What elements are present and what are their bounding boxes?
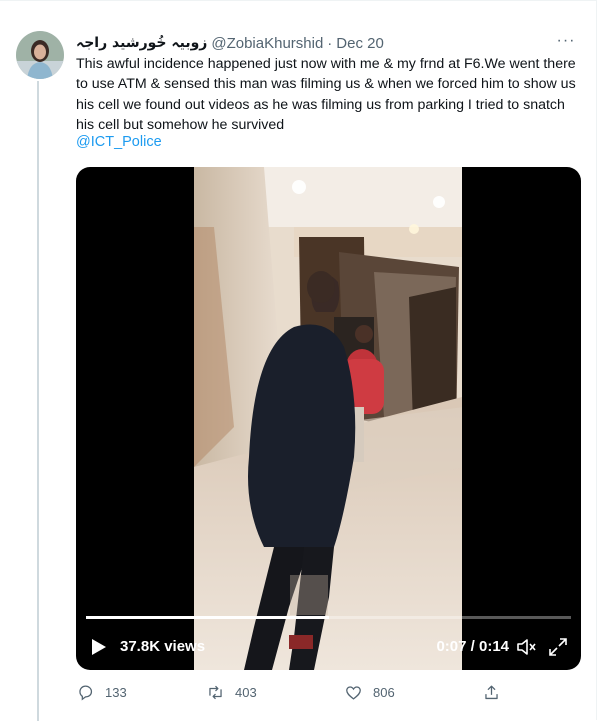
user-handle[interactable]: @ZobiaKhurshid <box>211 35 323 52</box>
fullscreen-icon[interactable] <box>547 636 569 658</box>
share-button[interactable] <box>482 683 501 702</box>
tweet-date[interactable]: Dec 20 <box>336 35 384 52</box>
thread-line <box>37 81 39 721</box>
video-progress-bar[interactable] <box>86 616 571 619</box>
video-progress-fill <box>86 616 329 619</box>
separator-dot: · <box>327 34 333 52</box>
retweet-count: 403 <box>235 685 257 700</box>
tweet-container[interactable]: زوبیہ خُورشید راجہ @ZobiaKhurshid · Dec … <box>0 0 597 721</box>
retweet-icon <box>209 685 222 700</box>
volume-icon[interactable] <box>515 636 537 658</box>
more-options-icon[interactable]: ··· <box>556 31 576 51</box>
tweet-actions: 133 403 806 <box>76 683 516 703</box>
share-icon <box>485 685 498 700</box>
play-icon[interactable] <box>91 638 107 656</box>
like-count: 806 <box>373 685 395 700</box>
mention-link[interactable]: @ICT_Police <box>76 134 162 150</box>
retweet-button[interactable]: 403 <box>206 683 257 702</box>
video-timestamp: 0:07 / 0:14 <box>436 638 509 655</box>
view-count: 37.8K views <box>120 638 206 655</box>
video-frame[interactable] <box>194 167 462 670</box>
tweet-header: زوبیہ خُورشید راجہ @ZobiaKhurshid · Dec … <box>76 33 576 53</box>
reply-button[interactable]: 133 <box>76 683 127 702</box>
tweet-text: This awful incidence happened just now w… <box>76 54 576 136</box>
video-controls: 37.8K views 0:07 / 0:14 <box>76 630 581 664</box>
avatar[interactable] <box>16 31 64 79</box>
display-name[interactable]: زوبیہ خُورشید راجہ <box>76 35 207 51</box>
video-player[interactable]: 37.8K views 0:07 / 0:14 <box>76 167 581 670</box>
reply-icon <box>79 685 93 701</box>
like-button[interactable]: 806 <box>344 683 395 702</box>
reply-count: 133 <box>105 685 127 700</box>
heart-icon <box>346 686 361 700</box>
tweet-body: This awful incidence happened just now w… <box>76 56 576 134</box>
